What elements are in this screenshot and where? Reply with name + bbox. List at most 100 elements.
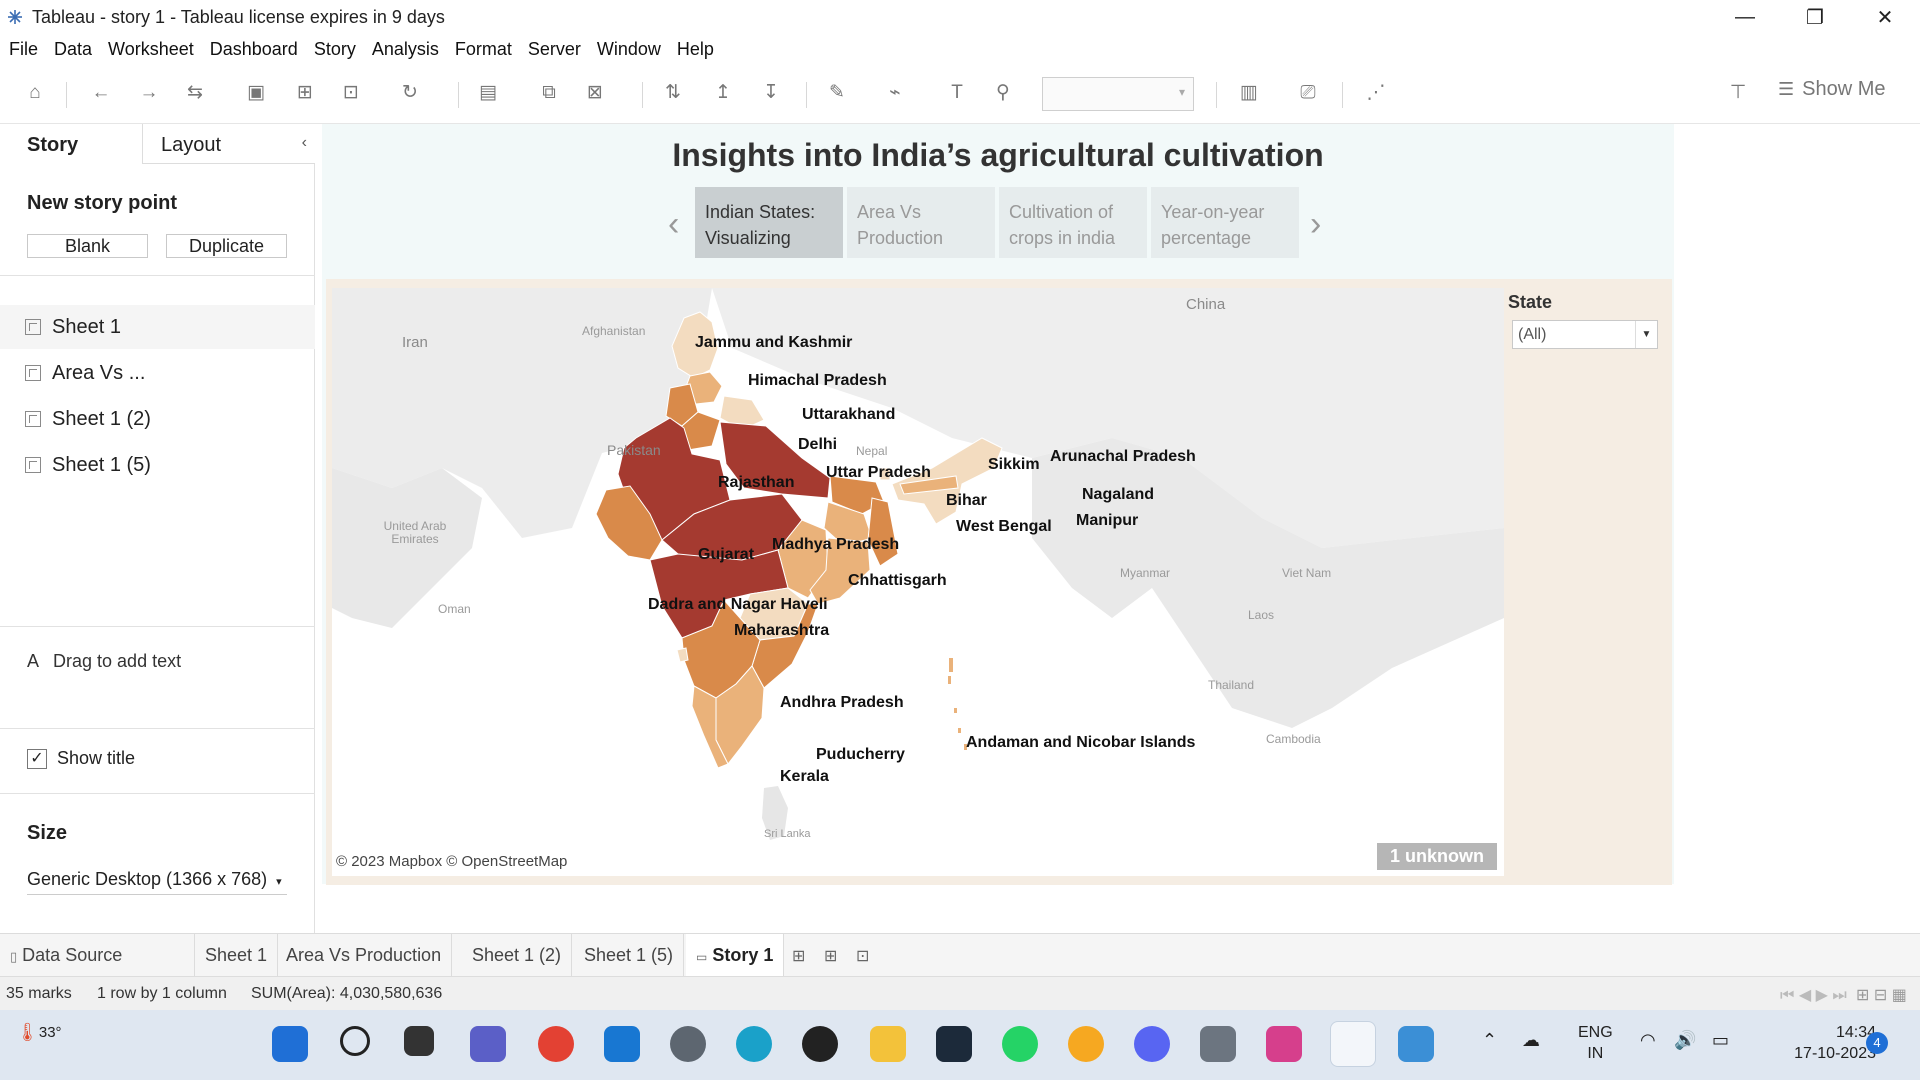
highlight-icon[interactable]: ✎ <box>826 82 848 104</box>
file-explorer-icon[interactable] <box>870 1026 906 1062</box>
next-story-point-icon[interactable]: › <box>1310 205 1321 244</box>
task-view-icon[interactable] <box>404 1026 434 1056</box>
label-icon[interactable]: T <box>946 82 968 104</box>
duplicate-sheet-icon[interactable]: ⧉ <box>538 82 560 104</box>
story-point-4[interactable]: Year-on-year percentage <box>1151 187 1299 258</box>
undo-icon[interactable]: ← <box>90 82 112 104</box>
presentation-mode-icon[interactable]: ⎚ <box>1297 82 1319 104</box>
browser-icon[interactable] <box>1068 1026 1104 1062</box>
windows-start-icon[interactable] <box>272 1026 308 1062</box>
chrome-icon[interactable] <box>538 1026 574 1062</box>
group-icon[interactable]: ⌁ <box>884 82 906 104</box>
refresh-icon[interactable]: ↻ <box>399 82 421 104</box>
format-painter-icon[interactable]: ⊤ <box>1727 82 1749 104</box>
tab-story[interactable]: Story <box>0 124 142 164</box>
fix-axes-icon[interactable]: ⚲ <box>992 82 1014 104</box>
sort-ascending-icon[interactable]: ↥ <box>712 82 734 104</box>
show-title-checkbox[interactable]: ✓ Show title <box>27 748 135 769</box>
search-icon[interactable] <box>340 1026 370 1056</box>
toolbar-separator <box>806 82 807 108</box>
tab-layout[interactable]: Layout ‹ <box>142 124 315 164</box>
clock[interactable]: 14:34 17-10-2023 <box>1760 1022 1876 1064</box>
media-player-icon[interactable] <box>802 1026 838 1062</box>
share-icon[interactable]: ⋰ <box>1365 82 1387 104</box>
notification-badge[interactable]: 4 <box>1866 1032 1888 1054</box>
show-hidden-icons-icon[interactable]: ⌃ <box>1482 1030 1497 1051</box>
sheet-list-item[interactable]: Sheet 1 (5) <box>0 443 315 487</box>
home-icon[interactable]: ⌂ <box>24 82 46 104</box>
story-point-2[interactable]: Area Vs Production <box>847 187 995 258</box>
wifi-icon[interactable]: ◠ <box>1640 1030 1656 1051</box>
fit-dropdown[interactable] <box>1042 77 1194 111</box>
teams-icon[interactable] <box>470 1026 506 1062</box>
show-cards-icon[interactable]: ▥ <box>1238 82 1260 104</box>
tab-area-vs-production[interactable]: Area Vs Production <box>276 934 453 977</box>
photos-icon[interactable] <box>1398 1026 1434 1062</box>
unknown-values-badge[interactable]: 1 unknown <box>1377 843 1497 870</box>
whatsapp-icon[interactable] <box>1002 1026 1038 1062</box>
weather-widget[interactable]: 🌡 33° <box>16 1022 62 1043</box>
size-dropdown[interactable]: Generic Desktop (1366 x 768) ▾ <box>27 869 287 895</box>
story-point-1[interactable]: Indian States: Visualizing <box>695 187 843 258</box>
app-icon[interactable] <box>936 1026 972 1062</box>
sheet-list-item[interactable]: Area Vs ... <box>0 351 315 395</box>
recorder-icon[interactable] <box>1200 1026 1236 1062</box>
menu-analysis[interactable]: Analysis <box>372 39 439 60</box>
india-choropleth-map[interactable]: China Afghanistan Iran Pakistan Nepal Un… <box>332 288 1504 876</box>
battery-icon[interactable]: ▭ <box>1712 1030 1729 1051</box>
sheet-navigation-icons[interactable]: ⏮ ◀ ▶ ⏭ <box>1780 985 1847 1005</box>
save-icon[interactable]: ▣ <box>245 82 267 104</box>
clear-sheet-icon[interactable]: ⊠ <box>584 82 606 104</box>
minimize-button[interactable]: — <box>1710 0 1780 34</box>
menu-server[interactable]: Server <box>528 39 581 60</box>
pause-updates-icon[interactable]: ⊡ <box>340 82 362 104</box>
edge-icon[interactable] <box>736 1026 772 1062</box>
previous-story-point-icon[interactable]: ‹ <box>668 205 679 244</box>
new-worksheet-icon[interactable]: ▤ <box>477 82 499 104</box>
menu-window[interactable]: Window <box>597 39 661 60</box>
menu-worksheet[interactable]: Worksheet <box>108 39 194 60</box>
discord-icon[interactable] <box>1134 1026 1170 1062</box>
new-dashboard-tab-icon[interactable]: ⊞ <box>824 946 837 966</box>
settings-icon[interactable] <box>670 1026 706 1062</box>
story-point-3[interactable]: Cultivation of crops in india <box>999 187 1147 258</box>
store-icon[interactable] <box>604 1026 640 1062</box>
menu-file[interactable]: File <box>9 39 38 60</box>
show-me-button[interactable]: ☰ Show Me <box>1778 78 1886 101</box>
new-worksheet-tab-icon[interactable]: ⊞ <box>792 946 805 966</box>
tab-sheet-1[interactable]: Sheet 1 <box>195 934 279 977</box>
tab-sheet-1-2[interactable]: Sheet 1 (2) <box>462 934 573 977</box>
drag-to-add-text[interactable]: A Drag to add text <box>27 651 181 672</box>
menu-help[interactable]: Help <box>677 39 714 60</box>
menu-story[interactable]: Story <box>314 39 356 60</box>
sort-descending-icon[interactable]: ↧ <box>760 82 782 104</box>
state-filter-value: (All) <box>1518 326 1547 343</box>
menu-data[interactable]: Data <box>54 39 92 60</box>
replace-data-icon[interactable]: ⇆ <box>184 82 206 104</box>
onedrive-icon[interactable]: ☁ <box>1522 1030 1540 1051</box>
redo-icon[interactable]: → <box>138 82 160 104</box>
state-filter-dropdown[interactable]: (All) ▼ <box>1512 320 1658 349</box>
office-icon[interactable] <box>1266 1026 1302 1062</box>
sheet-list-item[interactable]: Sheet 1 <box>0 305 315 349</box>
close-button[interactable]: ✕ <box>1850 0 1920 34</box>
blank-button[interactable]: Blank <box>27 234 148 258</box>
map-attribution[interactable]: © 2023 Mapbox © OpenStreetMap <box>336 853 567 870</box>
geo-label: United Arab Emirates <box>383 519 447 546</box>
new-story-tab-icon[interactable]: ⊡ <box>856 946 869 966</box>
new-data-source-icon[interactable]: ⊞ <box>294 82 316 104</box>
menu-format[interactable]: Format <box>455 39 512 60</box>
view-grid-icon[interactable]: ⊞ ⊟ ▦ <box>1856 985 1907 1005</box>
maximize-button[interactable]: ❐ <box>1780 0 1850 34</box>
duplicate-button[interactable]: Duplicate <box>166 234 287 258</box>
language-indicator[interactable]: ENG IN <box>1578 1022 1613 1064</box>
menu-dashboard[interactable]: Dashboard <box>210 39 298 60</box>
tab-sheet-1-5[interactable]: Sheet 1 (5) <box>574 934 685 977</box>
data-source-tab[interactable]: ▯ Data Source <box>0 934 195 977</box>
volume-icon[interactable]: 🔊 <box>1674 1030 1696 1051</box>
collapse-pane-icon[interactable]: ‹ <box>302 134 307 152</box>
tableau-taskbar-icon[interactable] <box>1330 1021 1376 1067</box>
swap-icon[interactable]: ⇅ <box>662 82 684 104</box>
sheet-list-item[interactable]: Sheet 1 (2) <box>0 397 315 441</box>
tab-story-1[interactable]: ▭ Story 1 <box>686 934 785 977</box>
